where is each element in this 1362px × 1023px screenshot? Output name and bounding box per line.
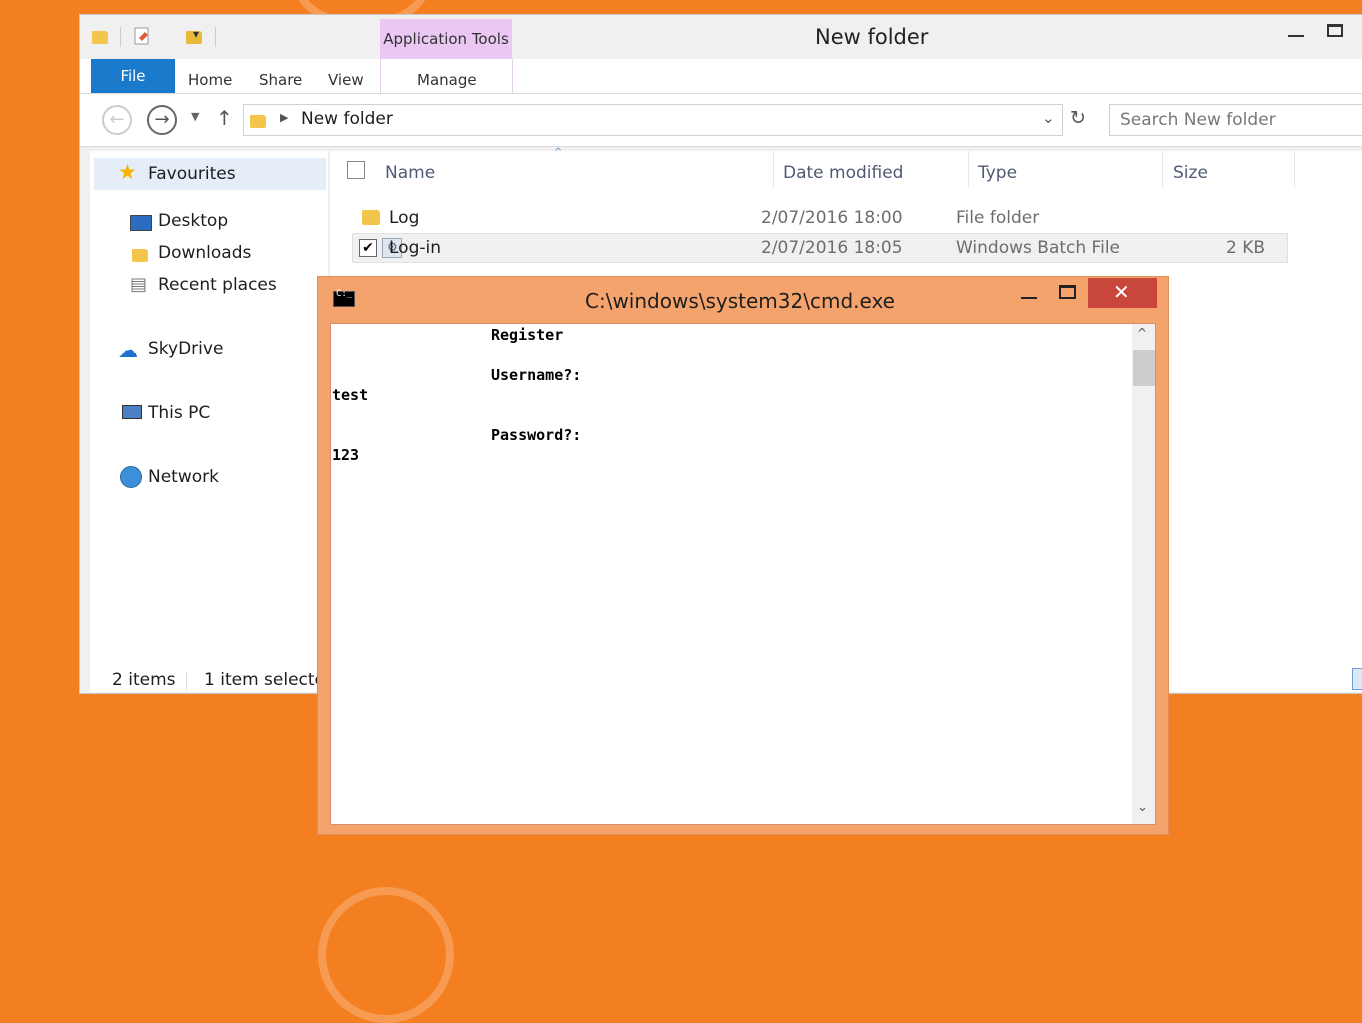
- star-icon: ★: [118, 160, 137, 184]
- tab-share[interactable]: Share: [259, 71, 302, 89]
- scrollbar-thumb[interactable]: [1133, 350, 1155, 386]
- ribbon-tabs: File Home Share View Manage: [80, 59, 1362, 94]
- file-type: File folder: [956, 208, 1040, 228]
- file-size: 2 KB: [1226, 238, 1266, 258]
- cmd-window: C:_ C:\windows\system32\cmd.exe ✕ Regist…: [317, 276, 1169, 835]
- console-line: test: [332, 386, 369, 404]
- nav-item-skydrive[interactable]: SkyDrive: [148, 339, 223, 359]
- nav-item-downloads[interactable]: Downloads: [158, 243, 251, 263]
- forward-button[interactable]: →: [147, 105, 177, 135]
- close-icon: ✕: [1113, 280, 1130, 304]
- maximize-button[interactable]: [1059, 285, 1076, 299]
- scroll-down-icon[interactable]: ⌄: [1137, 800, 1148, 815]
- chevron-right-icon[interactable]: ▶: [280, 111, 288, 124]
- console-line: Password?:: [491, 426, 582, 444]
- file-date: 2/07/2016 18:05: [761, 238, 903, 258]
- item-count: 2 items: [112, 670, 176, 690]
- row-checkbox[interactable]: ✔: [359, 239, 377, 257]
- address-path: New folder: [301, 109, 393, 129]
- tab-manage[interactable]: Manage: [417, 71, 477, 89]
- column-header-type[interactable]: Type: [978, 163, 1017, 183]
- console-output[interactable]: Register Username?: test Password?: 123 …: [330, 323, 1156, 825]
- folder-icon: [362, 210, 380, 225]
- tab-file[interactable]: File: [91, 59, 175, 93]
- recent-locations-icon[interactable]: ▼: [191, 110, 199, 123]
- console-icon: C:_: [333, 289, 355, 307]
- column-header-size[interactable]: Size: [1173, 163, 1208, 183]
- desktop-decoration: [318, 887, 454, 1023]
- folder-icon[interactable]: [92, 31, 108, 44]
- table-row[interactable]: ✔ ⚙ Log-in 2/07/2016 18:05 Windows Batch…: [352, 233, 1288, 263]
- navigation-pane: ★ Favourites Desktop Downloads ▤ Recent …: [90, 151, 328, 666]
- column-header-date-modified[interactable]: Date modified: [783, 163, 903, 183]
- folder-icon: [250, 115, 266, 128]
- vertical-scrollbar[interactable]: ^ ⌄: [1132, 324, 1155, 824]
- file-name: Log-in: [389, 238, 441, 258]
- nav-item-desktop[interactable]: Desktop: [158, 211, 228, 231]
- select-all-checkbox[interactable]: [347, 161, 365, 179]
- details-view-icon[interactable]: [1352, 668, 1362, 690]
- address-toolbar: ← → ▼ ↑ ▶ New folder ⌄ ↻ Search New fold…: [80, 94, 1362, 147]
- nav-item-this-pc[interactable]: This PC: [148, 403, 210, 423]
- nav-item-network[interactable]: Network: [148, 467, 219, 487]
- downloads-icon: [132, 249, 148, 262]
- tab-view[interactable]: View: [328, 71, 364, 89]
- recent-places-icon: ▤: [130, 274, 148, 295]
- customize-toolbar-icon[interactable]: ▾: [193, 27, 199, 41]
- scroll-up-icon[interactable]: ^: [1137, 326, 1147, 340]
- title-bar: ▾ Application Tools New folder: [80, 15, 1362, 59]
- console-line: 123: [332, 446, 360, 464]
- minimize-button[interactable]: [1021, 297, 1037, 299]
- nav-label: Favourites: [148, 164, 236, 184]
- minimize-button[interactable]: [1288, 35, 1304, 37]
- desktop-icon: [130, 215, 152, 231]
- sort-indicator-icon: ^: [554, 147, 563, 158]
- properties-icon[interactable]: [133, 25, 153, 47]
- console-line: Username?:: [491, 366, 582, 384]
- table-row[interactable]: Log 2/07/2016 18:00 File folder: [352, 203, 1288, 233]
- nav-item-favourites[interactable]: ★ Favourites: [94, 158, 326, 190]
- search-box[interactable]: Search New folder: [1109, 104, 1362, 136]
- maximize-button[interactable]: [1327, 24, 1343, 37]
- network-globe-icon: [120, 466, 142, 488]
- file-date: 2/07/2016 18:00: [761, 208, 903, 228]
- nav-item-recent-places[interactable]: Recent places: [158, 275, 277, 295]
- application-tools-tab-group: Application Tools: [380, 19, 512, 59]
- up-arrow-icon[interactable]: ↑: [216, 106, 233, 130]
- file-type: Windows Batch File: [956, 238, 1121, 258]
- column-header-name[interactable]: Name: [385, 163, 435, 183]
- chevron-down-icon[interactable]: ⌄: [1042, 109, 1055, 127]
- window-title: New folder: [815, 25, 929, 49]
- console-line: Register: [491, 326, 564, 344]
- cloud-icon: ☁: [118, 338, 138, 362]
- cmd-window-title: C:\windows\system32\cmd.exe: [585, 289, 895, 313]
- file-name: Log: [389, 208, 420, 228]
- search-input[interactable]: Search New folder: [1120, 110, 1276, 130]
- tab-home[interactable]: Home: [188, 71, 232, 89]
- back-button[interactable]: ←: [102, 105, 132, 135]
- address-bar[interactable]: ▶ New folder ⌄: [243, 104, 1063, 136]
- computer-icon: [122, 405, 142, 419]
- close-button[interactable]: ✕: [1088, 278, 1157, 308]
- refresh-icon[interactable]: ↻: [1070, 107, 1086, 129]
